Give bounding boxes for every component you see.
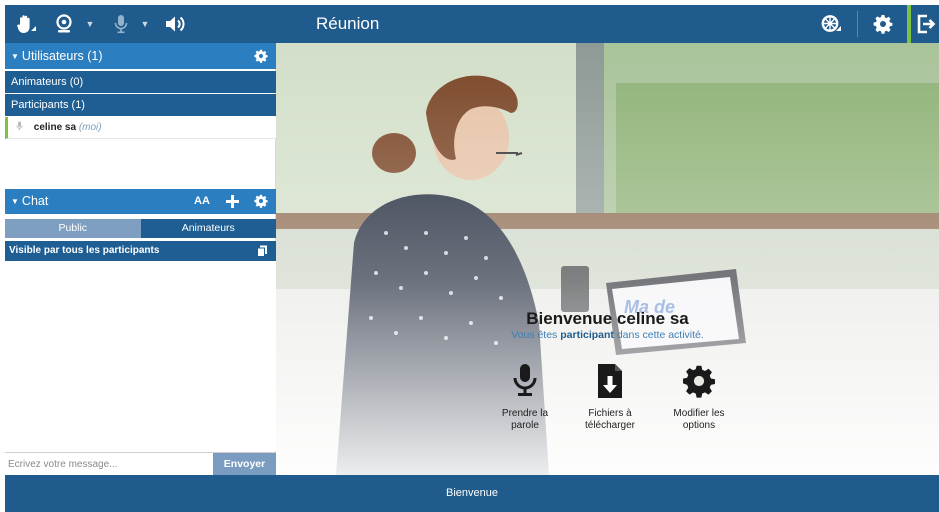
font-size-icon[interactable]: AA (194, 189, 210, 214)
app-window: ▼ ▼ Réunion ▼ Utilisateurs (1) Animateur… (0, 0, 939, 512)
collapse-triangle-icon: ▼ (11, 52, 19, 61)
speaker-icon[interactable] (162, 9, 190, 39)
sidebar: ▼ Utilisateurs (1) Animateurs (0) Partici… (5, 43, 276, 476)
animators-group[interactable]: Animateurs (0) (5, 71, 276, 93)
welcome-sub-suffix: dans cette activité. (616, 329, 704, 341)
welcome-title: Bienvenue celine sa (526, 309, 689, 328)
modify-options-button[interactable]: Modifier les options (664, 363, 734, 432)
take-floor-label-2: parole (511, 420, 539, 431)
send-button[interactable]: Envoyer (213, 453, 276, 476)
tab-animateurs[interactable]: Animateurs (140, 219, 276, 238)
chat-compose: Envoyer (5, 452, 276, 476)
users-header-label: Utilisateurs (1) (21, 49, 103, 63)
add-icon[interactable] (225, 194, 240, 209)
gear-icon[interactable] (871, 9, 895, 39)
webcam-icon[interactable] (53, 9, 75, 39)
bottom-tab-bienvenue[interactable]: Bienvenue (446, 487, 498, 499)
download-file-icon (598, 364, 622, 398)
users-section-header[interactable]: ▼ Utilisateurs (1) (5, 43, 276, 69)
participant-self-tag: (moi) (78, 122, 102, 133)
chat-header-label: Chat (21, 194, 49, 208)
take-floor-button[interactable]: Prendre la parole (490, 363, 560, 432)
gear-icon (683, 365, 715, 398)
chat-message-input[interactable] (8, 455, 211, 474)
chat-visibility-bar: Visible par tous les participants (5, 241, 276, 261)
user-microphone-icon (16, 121, 23, 131)
exit-icon[interactable] (915, 9, 937, 39)
download-files-label-2: télécharger (584, 420, 636, 431)
webcam-dropdown-icon[interactable]: ▼ (85, 9, 95, 39)
main-stage: Ma de Bienvenue celine sa Vous êtes part… (276, 43, 939, 475)
microphone-dropdown-icon[interactable]: ▼ (140, 9, 150, 39)
chat-visibility-label: Visible par tous les participants (9, 245, 160, 256)
modify-options-label-2: options (682, 420, 716, 431)
microphone-icon (513, 364, 537, 396)
microphone-icon[interactable] (111, 9, 131, 39)
raise-hand-icon[interactable] (13, 9, 37, 39)
toolbar-divider (857, 11, 858, 37)
chat-messages[interactable] (5, 261, 276, 451)
tab-public[interactable]: Public (5, 219, 141, 238)
participants-group[interactable]: Participants (1) (5, 94, 276, 116)
take-floor-label-1: Prendre la (501, 408, 549, 419)
modify-options-label-1: Modifier les (673, 408, 725, 419)
bottom-bar: Bienvenue (5, 475, 939, 512)
corner-indicator (31, 26, 36, 31)
participant-row[interactable]: celine sa (moi) (5, 117, 276, 139)
welcome-subtitle: Vous êtes participant dans cette activit… (276, 329, 939, 341)
page-title: Réunion (316, 14, 380, 33)
status-indicator (907, 5, 911, 43)
users-settings-icon[interactable] (254, 49, 268, 63)
chat-settings-icon[interactable] (254, 194, 268, 208)
welcome-sub-role: participant (560, 329, 614, 341)
participant-name: celine sa (33, 122, 77, 133)
download-files-button[interactable]: Fichiers à télécharger (575, 363, 645, 432)
chat-section-header[interactable]: ▼ Chat AA (5, 189, 276, 214)
chat-tabs: Public Animateurs (5, 219, 276, 238)
collapse-triangle-icon: ▼ (11, 197, 19, 206)
copy-icon[interactable] (257, 245, 268, 257)
welcome-sub-prefix: Vous êtes (511, 329, 558, 341)
top-bar: ▼ ▼ Réunion (5, 5, 939, 43)
wheel-icon[interactable] (817, 9, 843, 39)
corner-indicator (836, 26, 841, 31)
download-files-label-1: Fichiers à (588, 408, 632, 419)
